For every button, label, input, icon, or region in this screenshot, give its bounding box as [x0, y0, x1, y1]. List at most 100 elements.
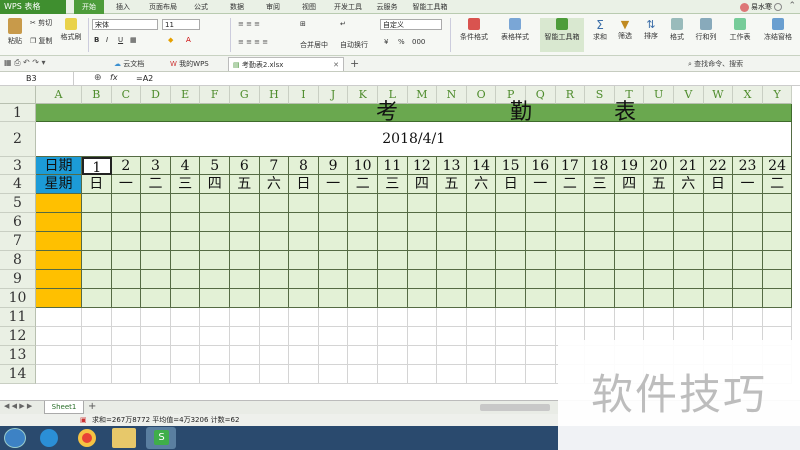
empty-cell[interactable]: [82, 365, 112, 384]
attendance-cell[interactable]: [526, 232, 556, 251]
empty-cell[interactable]: [82, 346, 112, 365]
attendance-cell[interactable]: [170, 232, 201, 251]
attendance-cell[interactable]: [437, 289, 467, 308]
day-cell[interactable]: 13: [437, 157, 467, 175]
day-cell[interactable]: 16: [526, 157, 556, 175]
horizontal-scrollbar[interactable]: [480, 404, 550, 411]
font-color-button[interactable]: A: [186, 36, 191, 44]
attendance-cell[interactable]: [466, 194, 497, 213]
empty-cell[interactable]: [378, 327, 408, 346]
row-header-8[interactable]: 8: [0, 251, 36, 270]
attendance-cell[interactable]: [703, 194, 734, 213]
empty-cell[interactable]: [36, 365, 82, 384]
day-cell[interactable]: 7: [259, 157, 290, 175]
empty-cell[interactable]: [526, 327, 556, 346]
date-label[interactable]: 日期: [36, 157, 82, 175]
date-cell[interactable]: 2018/4/1: [36, 122, 793, 157]
name-cell[interactable]: [36, 232, 82, 251]
attendance-cell[interactable]: [82, 270, 112, 289]
attendance-cell[interactable]: [407, 251, 438, 270]
empty-cell[interactable]: [318, 346, 349, 365]
empty-cell[interactable]: [348, 327, 378, 346]
attendance-cell[interactable]: [348, 213, 378, 232]
day-cell[interactable]: 9: [318, 157, 349, 175]
empty-cell[interactable]: [407, 346, 438, 365]
attendance-cell[interactable]: [170, 289, 201, 308]
attendance-cell[interactable]: [674, 270, 704, 289]
empty-cell[interactable]: [230, 365, 260, 384]
column-header-U[interactable]: U: [644, 86, 674, 104]
font-name-select[interactable]: 宋体: [92, 19, 158, 30]
attendance-cell[interactable]: [496, 213, 526, 232]
weekday-cell[interactable]: 六: [259, 175, 290, 194]
empty-cell[interactable]: [318, 327, 349, 346]
freeze-panes-button[interactable]: 冻结窗格: [760, 18, 796, 42]
wrap-text-button[interactable]: 自动换行: [340, 40, 368, 50]
sheet-nav-arrows[interactable]: ◀ ◀ ▶ ▶: [4, 402, 32, 410]
column-header-B[interactable]: B: [82, 86, 112, 104]
attendance-cell[interactable]: [644, 213, 674, 232]
tab-developer[interactable]: 开发工具: [328, 0, 368, 14]
empty-cell[interactable]: [170, 346, 201, 365]
empty-cell[interactable]: [318, 365, 349, 384]
fill-color-icon[interactable]: ◆: [168, 36, 173, 44]
attendance-cell[interactable]: [141, 270, 171, 289]
attendance-cell[interactable]: [703, 270, 734, 289]
empty-cell[interactable]: [36, 327, 82, 346]
weekday-cell[interactable]: 二: [555, 175, 586, 194]
attendance-cell[interactable]: [318, 213, 349, 232]
column-header-V[interactable]: V: [674, 86, 704, 104]
empty-cell[interactable]: [526, 346, 556, 365]
empty-cell[interactable]: [141, 327, 171, 346]
formula-input[interactable]: =A2: [136, 72, 153, 85]
bold-button[interactable]: B: [94, 36, 99, 44]
attendance-cell[interactable]: [200, 213, 230, 232]
attendance-cell[interactable]: [437, 213, 467, 232]
table-style-button[interactable]: 表格样式: [496, 18, 534, 42]
attendance-cell[interactable]: [585, 270, 615, 289]
attendance-cell[interactable]: [111, 289, 142, 308]
empty-cell[interactable]: [614, 308, 645, 327]
merge-center-button[interactable]: 合并居中: [300, 40, 328, 50]
sort-button[interactable]: ⇅ 排序: [640, 18, 662, 41]
empty-cell[interactable]: [141, 346, 171, 365]
rows-columns-button[interactable]: 行和列: [692, 18, 720, 42]
attendance-cell[interactable]: [170, 213, 201, 232]
attendance-cell[interactable]: [733, 251, 763, 270]
weekday-cell[interactable]: 四: [407, 175, 438, 194]
attendance-cell[interactable]: [733, 194, 763, 213]
empty-cell[interactable]: [111, 327, 142, 346]
percent-button[interactable]: %: [398, 38, 405, 46]
empty-cell[interactable]: [585, 308, 615, 327]
attendance-cell[interactable]: [318, 194, 349, 213]
attendance-cell[interactable]: [407, 289, 438, 308]
user-menu[interactable]: 易水寒: [739, 0, 772, 14]
attendance-cell[interactable]: [555, 270, 586, 289]
column-header-G[interactable]: G: [230, 86, 260, 104]
attendance-cell[interactable]: [437, 270, 467, 289]
day-cell[interactable]: 15: [496, 157, 526, 175]
empty-cell[interactable]: [733, 308, 763, 327]
command-search[interactable]: ⌕ 查找命令、搜索: [688, 59, 743, 69]
attendance-cell[interactable]: [674, 232, 704, 251]
day-cell[interactable]: 18: [585, 157, 615, 175]
align-top-icon[interactable]: ≡ ≡ ≡: [238, 20, 260, 28]
tab-review[interactable]: 审阅: [260, 0, 286, 14]
attendance-cell[interactable]: [289, 194, 319, 213]
fx-button[interactable]: fx: [110, 73, 118, 82]
attendance-cell[interactable]: [111, 270, 142, 289]
format-painter-button[interactable]: 格式刷: [60, 18, 82, 42]
attendance-cell[interactable]: [733, 270, 763, 289]
column-header-Y[interactable]: Y: [762, 86, 793, 104]
empty-cell[interactable]: [200, 365, 230, 384]
attendance-cell[interactable]: [111, 232, 142, 251]
attendance-cell[interactable]: [170, 270, 201, 289]
day-cell[interactable]: 23: [733, 157, 763, 175]
attendance-cell[interactable]: [289, 213, 319, 232]
tab-insert[interactable]: 插入: [110, 0, 136, 14]
attendance-cell[interactable]: [141, 213, 171, 232]
attendance-cell[interactable]: [259, 270, 290, 289]
attendance-cell[interactable]: [526, 270, 556, 289]
attendance-cell[interactable]: [555, 251, 586, 270]
attendance-cell[interactable]: [82, 213, 112, 232]
